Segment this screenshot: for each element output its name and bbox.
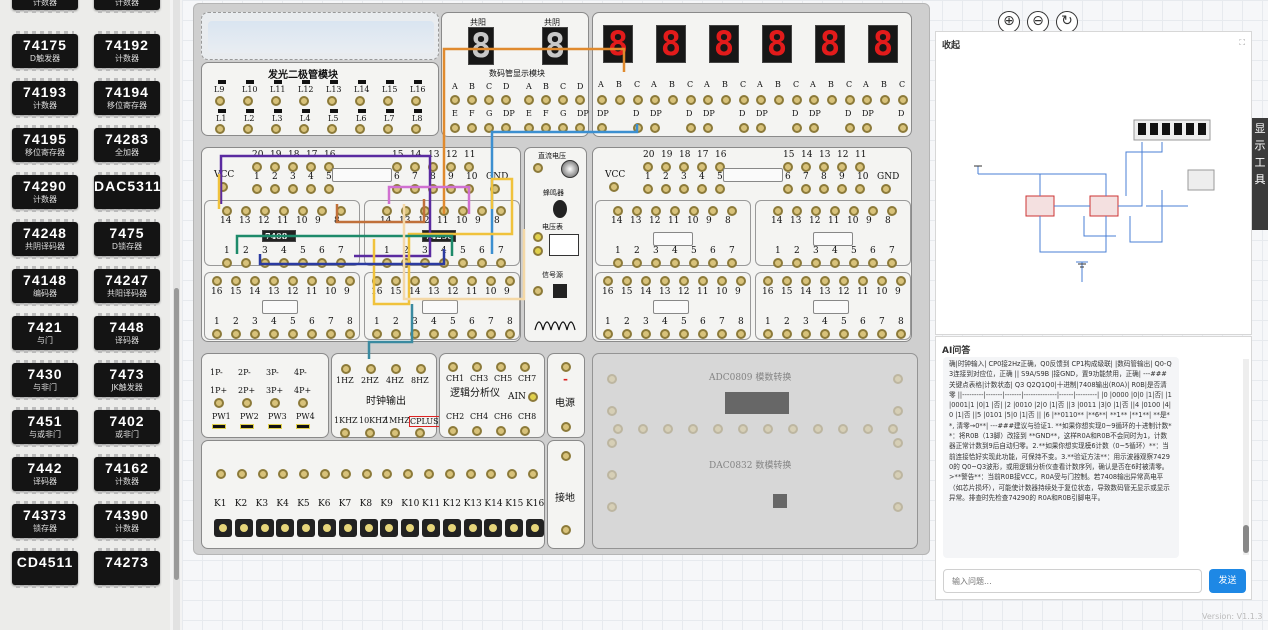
ai-message: 确|时钟输入| CP0接2Hz正确，Q0反馈到 CP1构成级联| |数码管输出|… xyxy=(943,357,1179,558)
wire-teal[interactable] xyxy=(367,304,414,359)
chip-description: 与非门 xyxy=(33,383,57,392)
chip-number: 74290 xyxy=(23,178,67,194)
palette-chip-dac5311[interactable]: DAC5311 xyxy=(94,172,162,212)
chip-description: 编码器 xyxy=(33,289,57,298)
chip-description: D锁存器 xyxy=(111,242,143,251)
palette-chip-74273[interactable]: 74273 xyxy=(94,548,160,588)
app-root: 计数器 计数器 74175 D触发器 74192 计数器 74193 计数器 74194 移位寄存… xyxy=(0,0,1268,630)
wires-layer xyxy=(217,47,639,359)
reset-view-button[interactable]: ↻ xyxy=(1056,11,1078,33)
chip-description: 计数器 xyxy=(115,524,139,533)
chip-number: 74195 xyxy=(23,131,67,147)
component-palette: 计数器 计数器 74175 D触发器 74192 计数器 74193 计数器 74194 移位寄存… xyxy=(0,0,170,630)
chip-number: 7451 xyxy=(27,413,63,429)
minimap-title[interactable]: 收起 xyxy=(942,38,960,51)
chip-desc: 计数器 xyxy=(33,0,57,7)
palette-chip-7430[interactable]: 7430 与非门 xyxy=(12,360,78,400)
palette-chip-7473[interactable]: 7473 JK触发器 xyxy=(94,360,160,400)
palette-chip-7448[interactable]: 7448 译码器 xyxy=(94,313,160,353)
wire-green[interactable] xyxy=(235,234,454,256)
chip-number: 74373 xyxy=(23,507,67,523)
chip-description: 共阴译码器 xyxy=(25,242,65,251)
chip-partial[interactable]: 计数器 xyxy=(12,0,78,13)
chip-description: 计数器 xyxy=(33,101,57,110)
display-tools-tab[interactable]: 显示工具 xyxy=(1252,118,1268,230)
minimap-panel: 收起 ⛶ xyxy=(935,31,1252,335)
palette-chip-7442[interactable]: 7442 译码器 xyxy=(12,454,78,494)
chip-description: 移位寄存器 xyxy=(107,101,147,110)
send-button[interactable]: 发送 xyxy=(1209,569,1246,593)
chip-number: 74273 xyxy=(105,554,149,570)
palette-scrollbar-thumb[interactable] xyxy=(174,288,179,580)
chip-number: 74162 xyxy=(105,460,149,476)
palette-chip-7451[interactable]: 7451 与或非门 xyxy=(12,407,78,447)
palette-chip-7421[interactable]: 7421 与门 xyxy=(12,313,78,353)
chip-number: DAC5311 xyxy=(94,178,162,194)
palette-chip-7402[interactable]: 7402 或非门 xyxy=(94,407,160,447)
wire-blue[interactable] xyxy=(490,124,639,254)
chip-description: D触发器 xyxy=(29,54,61,63)
chip-description: 移位寄存器 xyxy=(25,148,65,157)
chip-number: 74148 xyxy=(23,272,67,288)
palette-chip-74373[interactable]: 74373 锁存器 xyxy=(12,501,78,541)
ai-chat-panel: AI问答 确|时钟输入| CP0接2Hz正确，Q0反馈到 CP1构成级联| |数… xyxy=(935,336,1252,600)
chip-description: 与或非门 xyxy=(29,430,61,439)
ai-chat-title: AI问答 xyxy=(942,346,971,356)
chip-number: 74193 xyxy=(23,84,67,100)
experiment-board: 发光二极管模块 L9 L10 L11 L12 L13 L14 L15 L16 L1 L2 L3 L4… xyxy=(193,3,930,555)
chip-number: 74175 xyxy=(23,37,67,53)
palette-chip-74195[interactable]: 74195 移位寄存器 xyxy=(12,125,78,165)
wire-brown[interactable] xyxy=(335,199,426,224)
chip-description: 锁存器 xyxy=(33,524,57,533)
palette-chip-74290[interactable]: 74290 计数器 xyxy=(12,172,78,212)
chip-number: 7473 xyxy=(109,366,145,382)
chip-description: 与门 xyxy=(37,336,53,345)
ai-question-input[interactable] xyxy=(943,569,1202,593)
palette-chip-74194[interactable]: 74194 移位寄存器 xyxy=(94,78,160,118)
chip-number: 74283 xyxy=(105,131,149,147)
chip-desc: 计数器 xyxy=(115,0,139,7)
version-label: Version: V1.1.3 xyxy=(1202,612,1263,621)
chip-number: 7421 xyxy=(27,319,63,335)
chip-number: 7402 xyxy=(109,413,145,429)
expand-icon[interactable]: ⛶ xyxy=(1239,38,1245,48)
palette-chip-74390[interactable]: 74390 计数器 xyxy=(94,501,160,541)
palette-chip-74283[interactable]: 74283 全加器 xyxy=(94,125,160,165)
zoom-in-button[interactable]: ⊕ xyxy=(998,11,1020,33)
chip-number: 74390 xyxy=(105,507,149,523)
chip-number: 74192 xyxy=(105,37,149,53)
chip-number: 74194 xyxy=(105,84,149,100)
palette-chip-74192[interactable]: 74192 计数器 xyxy=(94,31,160,71)
wire-purple[interactable] xyxy=(219,154,432,258)
chip-partial[interactable]: 计数器 xyxy=(94,0,160,13)
palette-chip-74247[interactable]: 74247 共阳译码器 xyxy=(94,266,160,306)
chip-description: 共阳译码器 xyxy=(107,289,147,298)
palette-chip-cd4511[interactable]: CD4511 xyxy=(12,548,78,588)
zoom-out-button[interactable]: ⊖ xyxy=(1027,11,1049,33)
chip-description: 计数器 xyxy=(115,477,139,486)
chip-description: 译码器 xyxy=(115,336,139,345)
palette-chip-74248[interactable]: 74248 共阴译码器 xyxy=(12,219,78,259)
chip-number: 74247 xyxy=(105,272,149,288)
palette-chip-74148[interactable]: 74148 编码器 xyxy=(12,266,78,306)
chip-description: JK触发器 xyxy=(111,383,143,392)
palette-chip-74175[interactable]: 74175 D触发器 xyxy=(12,31,78,71)
chip-description: 译码器 xyxy=(33,477,57,486)
chip-number: 7475 xyxy=(109,225,145,241)
chip-description: 全加器 xyxy=(115,148,139,157)
palette-chip-7475[interactable]: 7475 D锁存器 xyxy=(94,219,160,259)
chip-number: 7448 xyxy=(109,319,145,335)
wire-cream[interactable] xyxy=(402,204,526,301)
chip-description: 或非门 xyxy=(115,430,139,439)
chip-number: 7442 xyxy=(27,460,63,476)
minimap-schematic xyxy=(974,119,1215,282)
chip-number: 7430 xyxy=(27,366,63,382)
chip-number: 74248 xyxy=(23,225,67,241)
chip-number: CD4511 xyxy=(16,554,74,570)
palette-chip-74193[interactable]: 74193 计数器 xyxy=(12,78,78,118)
palette-chip-74162[interactable]: 74162 计数器 xyxy=(94,454,160,494)
ai-scrollbar-thumb[interactable] xyxy=(1243,525,1249,553)
chip-description: 计数器 xyxy=(33,195,57,204)
chip-description: 计数器 xyxy=(115,54,139,63)
